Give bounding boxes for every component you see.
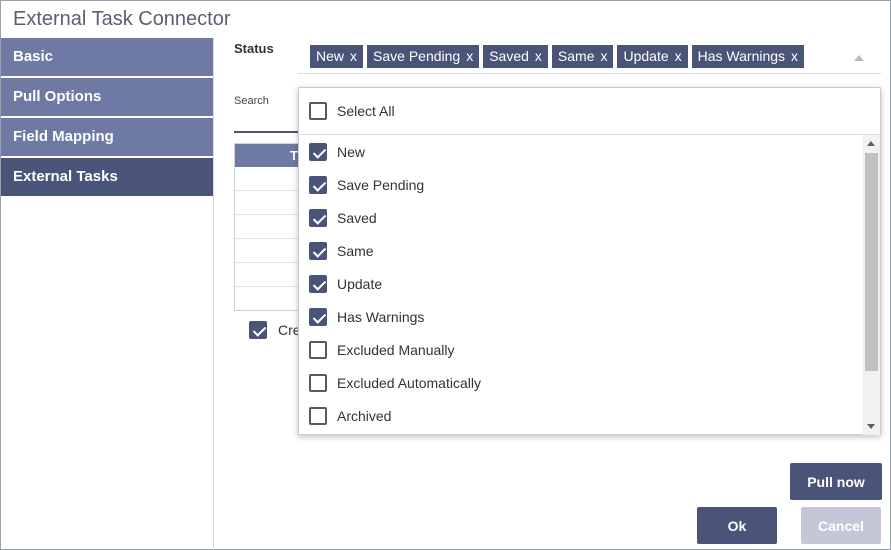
option-excluded-manually[interactable]: Excluded Manually [299, 333, 864, 366]
option-label: Update [337, 275, 383, 292]
status-label: Status [234, 41, 274, 56]
chip-label: Has Warnings [697, 48, 786, 64]
option-has-warnings[interactable]: Has Warnings [299, 300, 864, 333]
chip-remove-icon[interactable]: x [675, 48, 682, 64]
option-checkbox[interactable] [309, 208, 327, 227]
option-label: Has Warnings [337, 308, 425, 325]
option-checkbox[interactable] [309, 373, 327, 392]
status-chip-saved[interactable]: Saved x [483, 45, 548, 68]
status-chip-has-warnings[interactable]: Has Warnings x [691, 45, 805, 68]
table-row[interactable] [235, 239, 300, 263]
ok-button[interactable]: Ok [697, 507, 777, 544]
chip-label: Saved [489, 48, 529, 64]
grid-header[interactable]: T [235, 144, 300, 167]
chip-remove-icon[interactable]: x [791, 48, 798, 64]
chip-remove-icon[interactable]: x [535, 48, 542, 64]
chip-label: Update [623, 48, 669, 64]
create-checkbox[interactable] [249, 321, 267, 339]
chip-remove-icon[interactable]: x [466, 48, 473, 64]
chip-label: Save Pending [373, 48, 461, 64]
select-all-option[interactable]: Select All [299, 88, 880, 135]
chip-label: Same [557, 48, 595, 64]
status-multiselect[interactable]: New x Save Pending x Saved x Same x Update x … [298, 41, 881, 74]
option-excluded-automatically[interactable]: Excluded Automatically [299, 366, 864, 399]
table-row[interactable] [235, 263, 300, 287]
window-title: External Task Connector [13, 8, 231, 30]
status-chip-new[interactable]: New x [310, 45, 364, 68]
sidebar-item-field-mapping[interactable]: Field Mapping [1, 118, 213, 156]
option-checkbox[interactable] [309, 406, 327, 425]
option-saved[interactable]: Saved [299, 201, 864, 234]
chip-remove-icon[interactable]: x [350, 48, 357, 64]
status-chip-same[interactable]: Same x [551, 45, 614, 68]
sidebar-item-basic[interactable]: Basic [1, 38, 213, 76]
option-label: Excluded Automatically [337, 374, 481, 391]
option-checkbox[interactable] [309, 175, 327, 194]
option-checkbox[interactable] [309, 307, 327, 326]
option-label: New [337, 143, 366, 160]
option-new[interactable]: New [299, 135, 864, 168]
chip-label: New [316, 48, 345, 64]
option-checkbox[interactable] [309, 142, 327, 161]
scroll-up-arrow-icon[interactable] [867, 141, 875, 146]
dialog-window: External Task Connector Basic Pull Optio… [0, 0, 891, 550]
select-all-checkbox[interactable] [309, 102, 327, 120]
option-update[interactable]: Update [299, 267, 864, 300]
table-row[interactable] [235, 167, 300, 191]
search-input[interactable] [234, 131, 299, 133]
option-same[interactable]: Same [299, 234, 864, 267]
sidebar-item-external-tasks[interactable]: External Tasks [1, 158, 213, 196]
option-label: Excluded Manually [337, 341, 455, 358]
status-dropdown-panel: Select All New Save Pending Saved Same U… [298, 87, 881, 435]
status-option-list: New Save Pending Saved Same Update Has W… [299, 135, 864, 435]
cancel-button[interactable]: Cancel [801, 507, 881, 544]
option-checkbox[interactable] [309, 274, 327, 293]
option-label: Same [337, 242, 374, 259]
tasks-grid: T [234, 143, 300, 311]
status-chip-update[interactable]: Update x [617, 45, 688, 68]
status-chip-save-pending[interactable]: Save Pending x [367, 45, 480, 68]
select-all-label: Select All [337, 103, 395, 119]
option-save-pending[interactable]: Save Pending [299, 168, 864, 201]
table-row[interactable] [235, 191, 300, 215]
status-chips: New x Save Pending x Saved x Same x Update x … [310, 45, 805, 68]
dropdown-scrollbar[interactable] [863, 135, 880, 435]
option-archived[interactable]: Archived [299, 399, 864, 432]
option-checkbox[interactable] [309, 340, 327, 359]
option-label: Save Pending [337, 176, 425, 193]
create-label: Cre [278, 322, 299, 338]
pull-now-button[interactable]: Pull now [790, 463, 882, 500]
search-label: Search [234, 95, 269, 107]
chip-remove-icon[interactable]: x [600, 48, 607, 64]
scroll-down-arrow-icon[interactable] [867, 424, 875, 429]
sidebar: Basic Pull Options Field Mapping Externa… [1, 38, 214, 550]
option-label: Archived [337, 407, 392, 424]
sidebar-item-pull-options[interactable]: Pull Options [1, 78, 213, 116]
table-row[interactable] [235, 215, 300, 239]
option-label: Saved [337, 209, 377, 226]
option-checkbox[interactable] [309, 241, 327, 260]
scrollbar-thumb[interactable] [865, 153, 878, 371]
caret-up-icon[interactable] [854, 55, 864, 61]
